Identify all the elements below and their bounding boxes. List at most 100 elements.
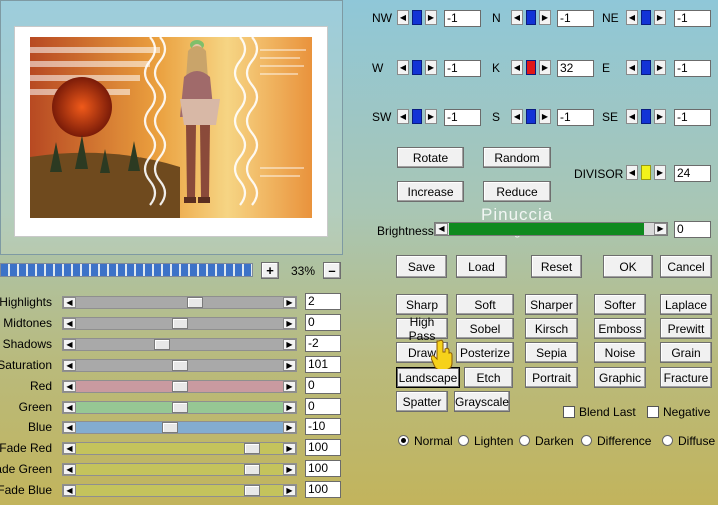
divisor-stepper[interactable]: ◀ ▶: [626, 165, 666, 180]
kernel-thumb[interactable]: [641, 60, 651, 75]
filter-laplace-button[interactable]: Laplace: [660, 294, 712, 315]
slider-thumb[interactable]: [162, 422, 178, 434]
kernel-increase-arrow[interactable]: ▶: [539, 10, 551, 25]
kernel-field-k[interactable]: 32: [557, 60, 594, 77]
rotate-button[interactable]: Rotate: [397, 147, 464, 168]
saturation-slider[interactable]: ◀ ▶: [62, 358, 297, 372]
kernel-thumb[interactable]: [526, 60, 536, 75]
fade-green-slider[interactable]: ◀ ▶: [62, 463, 297, 477]
filter-posterize-button[interactable]: Posterize: [456, 342, 514, 363]
reset-button[interactable]: Reset: [531, 255, 582, 278]
kernel-field-s[interactable]: -1: [557, 109, 594, 126]
filter-fracture-button[interactable]: Fracture: [660, 367, 712, 388]
random-button[interactable]: Random: [483, 147, 551, 168]
slider-thumb[interactable]: [187, 297, 203, 308]
slider-thumb[interactable]: [172, 380, 188, 392]
filter-high-pass-button[interactable]: High Pass: [396, 315, 448, 343]
kernel-stepper-s[interactable]: ◀ ▶: [511, 109, 551, 124]
filter-sharp-button[interactable]: Sharp: [396, 294, 448, 315]
mode-difference-radio[interactable]: [581, 435, 592, 446]
kernel-stepper-ne[interactable]: ◀ ▶: [626, 10, 666, 25]
kernel-stepper-n[interactable]: ◀ ▶: [511, 10, 551, 25]
midtones-slider[interactable]: ◀ ▶: [62, 316, 297, 330]
midtones-value-field[interactable]: 0: [305, 313, 341, 331]
kernel-stepper-nw[interactable]: ◀ ▶: [397, 10, 437, 25]
kernel-decrease-arrow[interactable]: ◀: [511, 109, 523, 124]
filter-kirsch-button[interactable]: Kirsch: [525, 318, 578, 339]
slider-decrease-arrow[interactable]: ◀: [63, 443, 76, 455]
kernel-increase-arrow[interactable]: ▶: [654, 109, 666, 124]
slider-increase-arrow[interactable]: ▶: [283, 338, 296, 350]
slider-increase-arrow[interactable]: ▶: [283, 401, 296, 413]
kernel-decrease-arrow[interactable]: ◀: [626, 60, 638, 75]
divisor-thumb[interactable]: [641, 165, 651, 180]
filter-grain-button[interactable]: Grain: [660, 342, 712, 363]
kernel-thumb[interactable]: [412, 60, 422, 75]
fade-blue-value-field[interactable]: 100: [305, 481, 341, 499]
negative-checkbox[interactable]: [647, 406, 659, 418]
kernel-thumb[interactable]: [526, 109, 536, 124]
fade-red-slider[interactable]: ◀ ▶: [62, 442, 297, 456]
mode-diffuse-radio[interactable]: [662, 435, 673, 446]
slider-decrease-arrow[interactable]: ◀: [63, 317, 76, 329]
filter-portrait-button[interactable]: Portrait: [525, 367, 578, 388]
zoom-out-button[interactable]: –: [323, 262, 341, 279]
slider-thumb[interactable]: [244, 464, 260, 476]
kernel-decrease-arrow[interactable]: ◀: [397, 60, 409, 75]
slider-thumb[interactable]: [172, 317, 188, 329]
slider-decrease-arrow[interactable]: ◀: [63, 380, 76, 392]
divisor-increase-arrow[interactable]: ▶: [654, 165, 666, 180]
kernel-field-sw[interactable]: -1: [444, 109, 481, 126]
slider-decrease-arrow[interactable]: ◀: [63, 401, 76, 413]
filter-spatter-button[interactable]: Spatter: [396, 391, 448, 412]
kernel-increase-arrow[interactable]: ▶: [425, 60, 437, 75]
red-value-field[interactable]: 0: [305, 376, 341, 394]
fade-green-value-field[interactable]: 100: [305, 460, 341, 478]
filter-prewitt-button[interactable]: Prewitt: [660, 318, 712, 339]
slider-decrease-arrow[interactable]: ◀: [63, 338, 76, 350]
slider-decrease-arrow[interactable]: ◀: [63, 297, 76, 308]
kernel-thumb[interactable]: [412, 109, 422, 124]
blue-slider[interactable]: ◀ ▶: [62, 421, 297, 435]
slider-increase-arrow[interactable]: ▶: [283, 317, 296, 329]
red-slider[interactable]: ◀ ▶: [62, 379, 297, 393]
fade-red-value-field[interactable]: 100: [305, 439, 341, 457]
kernel-field-se[interactable]: -1: [674, 109, 711, 126]
kernel-decrease-arrow[interactable]: ◀: [511, 60, 523, 75]
kernel-thumb[interactable]: [641, 10, 651, 25]
mode-darken-radio[interactable]: [519, 435, 530, 446]
kernel-decrease-arrow[interactable]: ◀: [397, 10, 409, 25]
kernel-stepper-sw[interactable]: ◀ ▶: [397, 109, 437, 124]
shadows-slider[interactable]: ◀ ▶: [62, 337, 297, 351]
filter-sharper-button[interactable]: Sharper: [525, 294, 578, 315]
slider-decrease-arrow[interactable]: ◀: [63, 485, 76, 497]
filter-etch-button[interactable]: Etch: [464, 367, 513, 388]
slider-thumb[interactable]: [244, 443, 260, 455]
kernel-increase-arrow[interactable]: ▶: [654, 10, 666, 25]
filter-sepia-button[interactable]: Sepia: [525, 342, 578, 363]
blue-value-field[interactable]: -10: [305, 418, 341, 436]
divisor-field[interactable]: 24: [674, 165, 711, 182]
kernel-decrease-arrow[interactable]: ◀: [626, 10, 638, 25]
slider-thumb[interactable]: [244, 485, 260, 497]
kernel-increase-arrow[interactable]: ▶: [539, 60, 551, 75]
zoom-in-button[interactable]: +: [261, 262, 279, 279]
kernel-decrease-arrow[interactable]: ◀: [397, 109, 409, 124]
slider-decrease-arrow[interactable]: ◀: [63, 422, 76, 434]
increase-button[interactable]: Increase: [397, 181, 464, 202]
shadows-value-field[interactable]: -2: [305, 334, 341, 352]
kernel-field-e[interactable]: -1: [674, 60, 711, 77]
mode-normal-radio[interactable]: [398, 435, 409, 446]
slider-thumb[interactable]: [154, 338, 170, 350]
kernel-decrease-arrow[interactable]: ◀: [511, 10, 523, 25]
slider-increase-arrow[interactable]: ▶: [283, 380, 296, 392]
kernel-field-w[interactable]: -1: [444, 60, 481, 77]
slider-decrease-arrow[interactable]: ◀: [63, 359, 76, 371]
kernel-field-ne[interactable]: -1: [674, 10, 711, 27]
kernel-increase-arrow[interactable]: ▶: [425, 109, 437, 124]
green-value-field[interactable]: 0: [305, 397, 341, 415]
kernel-increase-arrow[interactable]: ▶: [539, 109, 551, 124]
filter-graphic-button[interactable]: Graphic: [594, 367, 646, 388]
kernel-increase-arrow[interactable]: ▶: [654, 60, 666, 75]
mode-lighten-radio[interactable]: [458, 435, 469, 446]
